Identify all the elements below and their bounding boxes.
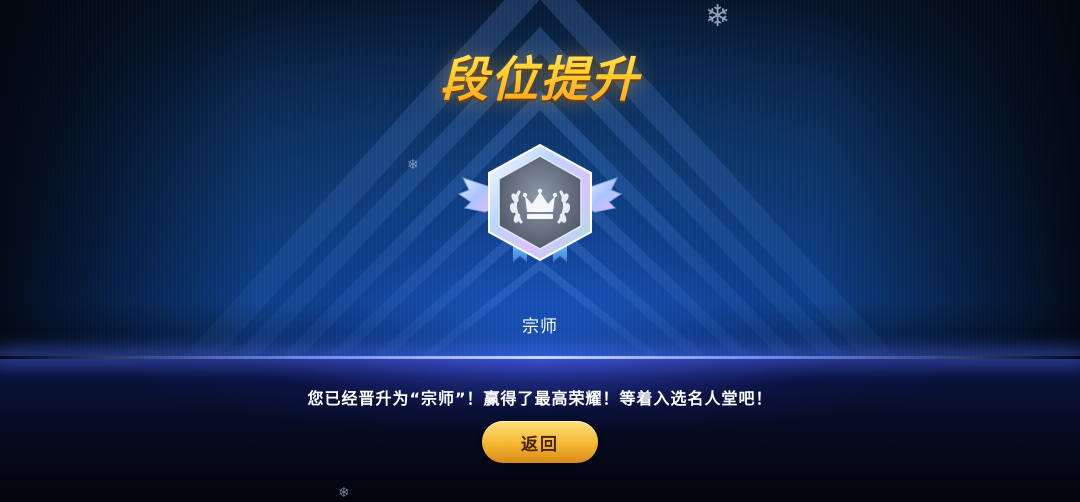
rank-name: 宗师	[522, 317, 558, 337]
page-title: 段位提升	[0, 40, 1080, 110]
back-button[interactable]: 返回	[482, 421, 598, 463]
snowflake-icon: ❄	[338, 485, 350, 501]
back-button-label: 返回	[521, 434, 559, 455]
rank-badge	[457, 143, 623, 262]
horizon-glow	[0, 356, 1080, 359]
snowflake-icon: ❄	[407, 157, 419, 173]
snowflake-icon: ❄	[705, 0, 731, 34]
promotion-message: 您已经晋升为“宗师”！赢得了最高荣耀！等着入选名人堂吧！	[307, 389, 773, 408]
rank-up-screen: ❄ ❄ ❄ 段位提升 宗师 您已经晋升为“宗师”！赢得了最高荣耀！等着入选名人堂…	[0, 0, 1080, 502]
